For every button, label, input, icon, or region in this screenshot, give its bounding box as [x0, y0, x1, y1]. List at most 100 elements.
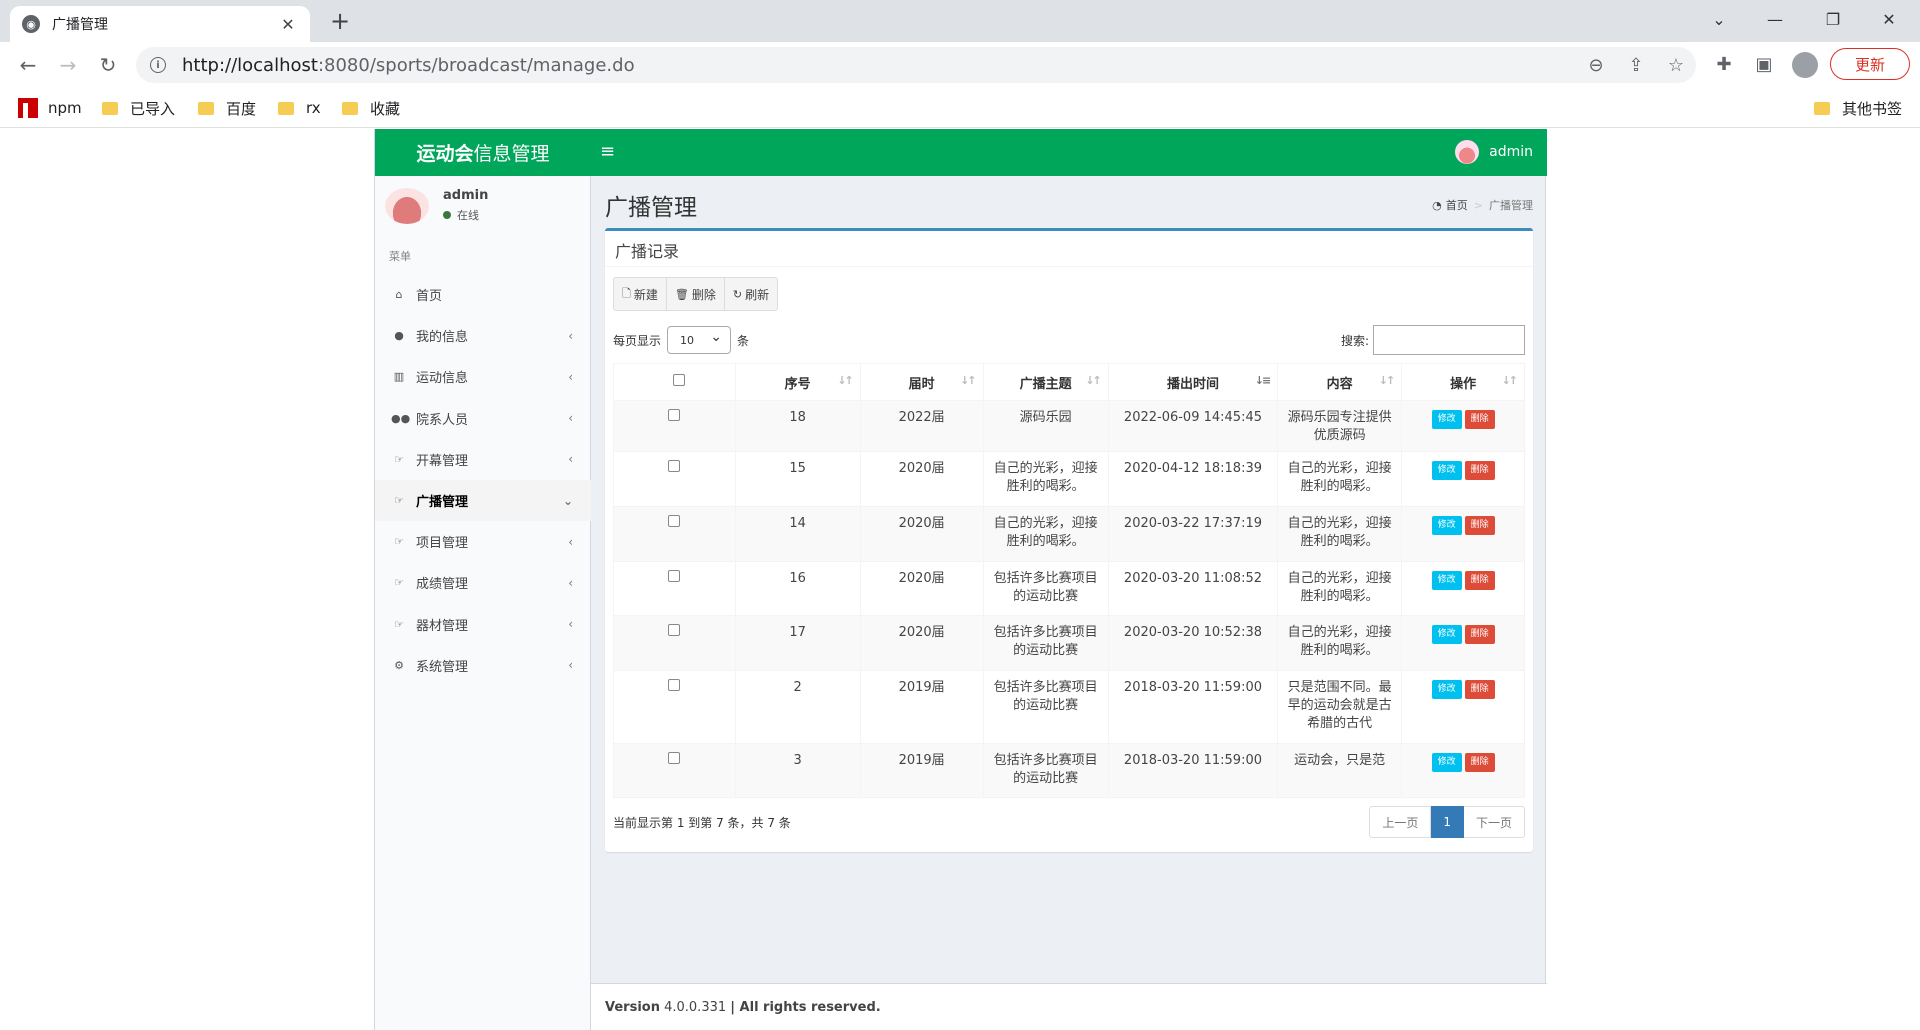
row-checkbox[interactable]	[668, 460, 681, 472]
row-select-cell	[613, 451, 736, 507]
column-label: 内容	[1326, 376, 1353, 392]
table-row: 3 2019届 包括许多比赛项目的运动比赛 2018-03-20 11:59:0…	[613, 743, 1525, 798]
sidebar-item-opening[interactable]: ☞ 开幕管理 ‹	[375, 439, 591, 480]
url-text[interactable]: http://localhost:8080/sports/broadcast/m…	[182, 55, 1576, 76]
online-dot-icon	[443, 211, 451, 219]
sidebar-item-label: 首页	[416, 289, 443, 305]
column-header-session[interactable]: 届时 ↓↑	[859, 363, 984, 401]
row-delete-button[interactable]: 删除	[1464, 461, 1495, 480]
avatar	[385, 188, 429, 224]
bookmark-star-icon[interactable]: ☆	[1656, 55, 1696, 76]
row-delete-button[interactable]: 删除	[1464, 753, 1495, 772]
select-all-checkbox[interactable]	[673, 374, 686, 386]
sidebar-item-my-info[interactable]: ● 我的信息 ‹	[375, 315, 591, 356]
edit-button[interactable]: 修改	[1431, 625, 1462, 644]
folder-icon	[342, 101, 358, 115]
share-icon[interactable]: ⇪	[1616, 55, 1656, 76]
cell-topic: 源码乐园	[982, 400, 1109, 452]
sidebar-item-sports-info[interactable]: ▥ 运动信息 ‹	[375, 356, 591, 397]
update-button[interactable]: 更新	[1830, 48, 1910, 80]
action-button-group: 🗋 新建 🗑 删除 ↻ 刷新	[613, 277, 779, 311]
address-bar[interactable]: i http://localhost:8080/sports/broadcast…	[136, 47, 1696, 83]
edit-button[interactable]: 修改	[1431, 516, 1462, 535]
tab-close-icon[interactable]: ✕	[278, 15, 298, 34]
page-length-select[interactable]: 10	[667, 326, 732, 354]
next-page-button[interactable]: 下一页	[1463, 806, 1525, 838]
forward-icon[interactable]: →	[54, 51, 82, 79]
breadcrumb-home[interactable]: 首页	[1446, 197, 1468, 213]
zoom-icon[interactable]: ⊖	[1576, 55, 1616, 76]
sidebar-item-scores[interactable]: ☞ 成绩管理 ‹	[375, 562, 591, 603]
column-header-topic[interactable]: 广播主题 ↓↑	[982, 363, 1109, 401]
edit-button[interactable]: 修改	[1431, 410, 1462, 429]
sidebar-item-equipment[interactable]: ☞ 器材管理 ‹	[375, 604, 591, 645]
edit-button[interactable]: 修改	[1431, 571, 1462, 590]
sidebar-item-projects[interactable]: ☞ 项目管理 ‹	[375, 521, 591, 562]
bookmark-npm[interactable]: npm	[18, 96, 82, 120]
row-checkbox[interactable]	[668, 409, 681, 421]
side-panel-icon[interactable]: ▣	[1750, 51, 1778, 79]
app-logo[interactable]: 运动会 信息管理	[375, 129, 591, 176]
extensions-icon[interactable]: ✚	[1710, 51, 1738, 79]
column-header-actions[interactable]: 操作 ↓↑	[1401, 363, 1525, 401]
prev-page-button[interactable]: 上一页	[1369, 806, 1432, 838]
chevron-left-icon: ‹	[568, 328, 573, 343]
edit-button[interactable]: 修改	[1431, 680, 1462, 699]
cell-actions: 修改 删除	[1401, 670, 1525, 744]
cell-time: 2018-03-20 11:59:00	[1107, 743, 1279, 798]
row-checkbox[interactable]	[668, 679, 681, 691]
row-checkbox[interactable]	[668, 515, 681, 527]
box-divider	[605, 266, 1533, 267]
close-window-icon[interactable]: ✕	[1866, 0, 1912, 38]
row-select-cell	[613, 743, 736, 798]
cell-topic: 包括许多比赛项目的运动比赛	[982, 561, 1109, 616]
bookmark-label: 收藏	[370, 99, 401, 118]
row-checkbox[interactable]	[668, 570, 681, 582]
delete-button[interactable]: 🗑 删除	[666, 277, 725, 311]
row-checkbox[interactable]	[668, 752, 681, 764]
new-tab-icon[interactable]: +	[326, 8, 354, 36]
browser-toolbar: ← → ↻ i http://localhost:8080/sports/bro…	[0, 42, 1920, 88]
minimize-icon[interactable]: —	[1752, 0, 1798, 38]
edit-button[interactable]: 修改	[1431, 753, 1462, 772]
cell-topic: 包括许多比赛项目的运动比赛	[982, 615, 1109, 671]
row-delete-button[interactable]: 删除	[1464, 516, 1495, 535]
profile-avatar-icon[interactable]	[1792, 52, 1818, 78]
row-checkbox[interactable]	[668, 624, 681, 636]
row-delete-button[interactable]: 删除	[1464, 625, 1495, 644]
row-delete-button[interactable]: 删除	[1464, 410, 1495, 429]
header-user-menu[interactable]: admin	[1455, 140, 1533, 164]
bookmark-rx[interactable]: rx	[278, 96, 321, 120]
sidebar-item-broadcast[interactable]: ☞ 广播管理 ⌄	[375, 479, 591, 522]
restore-icon[interactable]: ❐	[1810, 0, 1856, 38]
bookmark-favorites[interactable]: 收藏	[342, 96, 400, 120]
cell-content: 源码乐园专注提供优质源码	[1277, 400, 1403, 452]
column-header-id[interactable]: 序号 ↓↑	[734, 363, 861, 401]
home-icon: ⌂	[395, 288, 403, 302]
browser-tab[interactable]: ◉ 广播管理 ✕	[10, 6, 310, 42]
broadcast-table: 序号 ↓↑ 届时 ↓↑ 广播主题 ↓↑ 播出时间 ↓≡ 内容 ↓↑ 操作 ↓↑ 18 202…	[613, 363, 1525, 798]
sidebar-item-home[interactable]: ⌂ 首页	[375, 274, 591, 315]
search-input[interactable]	[1373, 325, 1525, 355]
back-icon[interactable]: ←	[14, 51, 42, 79]
site-info-icon[interactable]: i	[150, 57, 166, 73]
column-header-content[interactable]: 内容 ↓↑	[1277, 363, 1403, 401]
row-delete-button[interactable]: 删除	[1464, 680, 1495, 699]
refresh-button[interactable]: ↻ 刷新	[724, 277, 779, 311]
edit-button[interactable]: 修改	[1431, 461, 1462, 480]
sidebar-item-system[interactable]: ⚙ 系统管理 ‹	[375, 645, 591, 686]
row-delete-button[interactable]: 删除	[1464, 571, 1495, 590]
reload-icon[interactable]: ↻	[94, 51, 122, 79]
sidebar-toggle-icon[interactable]: ≡	[600, 141, 615, 162]
new-button[interactable]: 🗋 新建	[613, 277, 667, 311]
sidebar-item-department-staff[interactable]: ●● 院系人员 ‹	[375, 398, 591, 439]
tab-search-chevron-icon[interactable]: ⌄	[1696, 0, 1742, 38]
column-label: 序号	[784, 376, 811, 392]
user-panel: admin 在线	[385, 188, 488, 232]
hand-pointer-icon: ☞	[394, 617, 404, 631]
bookmark-other[interactable]: 其他书签	[1814, 96, 1902, 120]
bookmark-imported[interactable]: 已导入	[102, 96, 175, 120]
column-header-time[interactable]: 播出时间 ↓≡	[1107, 363, 1279, 401]
page-1-button[interactable]: 1	[1431, 806, 1464, 838]
bookmark-baidu[interactable]: 百度	[198, 96, 256, 120]
